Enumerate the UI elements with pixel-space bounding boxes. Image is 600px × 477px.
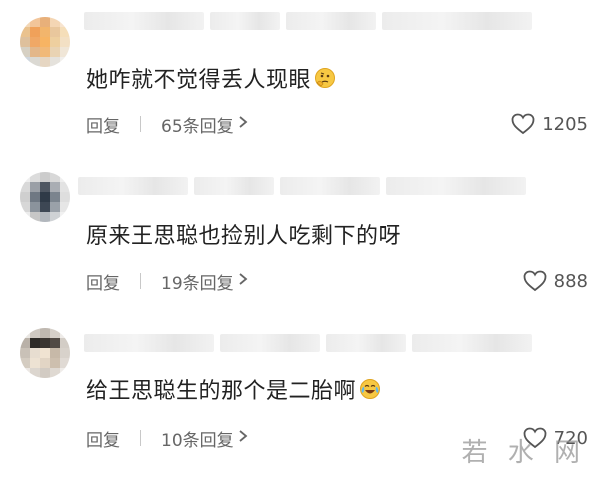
comment-text-label: 原来王思聪也捡别人吃剩下的呀 [86,224,402,249]
like-count: 1205 [542,113,588,135]
comment-text: 给王思聪生的那个是二胎啊 [86,373,381,405]
view-replies-label: 19条回复 [161,273,234,294]
comment-text: 她咋就不觉得丢人现眼 [86,62,336,94]
avatar[interactable] [20,172,70,222]
avatar[interactable] [20,328,70,378]
reply-button[interactable]: 回复 [86,426,120,451]
divider [140,116,141,132]
chevron-right-icon [238,428,248,448]
divider [140,273,141,289]
crying-laughing-icon [359,378,381,400]
thinking-face-icon [314,67,336,89]
reply-button[interactable]: 回复 [86,269,120,294]
view-replies-label: 10条回复 [161,430,234,451]
username-blurred[interactable] [84,334,532,352]
divider [140,430,141,446]
like-button[interactable]: 888 [522,269,588,293]
chevron-right-icon [238,271,248,291]
reply-button[interactable]: 回复 [86,112,120,137]
comment-text-label: 她咋就不觉得丢人现眼 [86,68,312,93]
like-count: 888 [553,270,588,292]
view-replies-link[interactable]: 65条回复 [161,112,248,137]
heart-icon [523,270,547,292]
view-replies-link[interactable]: 10条回复 [161,426,248,451]
username-blurred[interactable] [78,177,526,195]
comment-actions: 回复 19条回复 888 [86,268,600,294]
avatar[interactable] [20,17,70,67]
username-blurred[interactable] [84,12,532,30]
like-button[interactable]: 1205 [510,112,588,136]
heart-icon [511,113,535,135]
view-replies-label: 65条回复 [161,116,234,137]
comment-actions: 回复 65条回复 1205 [86,111,600,137]
view-replies-link[interactable]: 19条回复 [161,269,248,294]
comment-text-label: 给王思聪生的那个是二胎啊 [86,379,357,404]
chevron-right-icon [238,114,248,134]
comment-text: 原来王思聪也捡别人吃剩下的呀 [86,218,401,250]
watermark: 若 水 网 [461,438,586,468]
